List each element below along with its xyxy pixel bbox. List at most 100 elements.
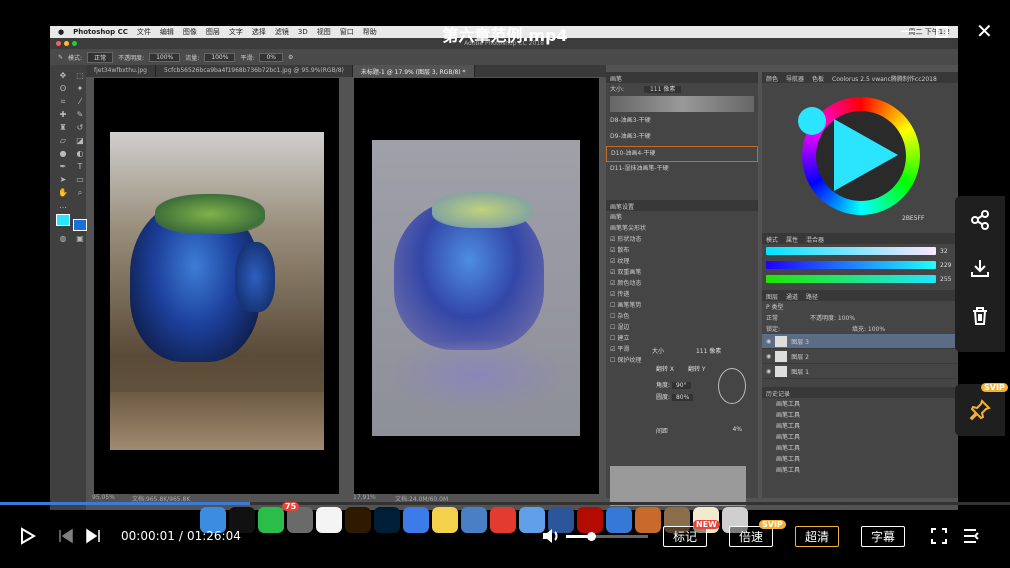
roundness-value: 80% <box>671 394 694 401</box>
layer-row: ◉ 图层 2 <box>762 349 958 364</box>
brush-preset: D9-油画3-干硬 <box>610 133 651 140</box>
fullscreen-button[interactable] <box>930 520 948 552</box>
opacity-label: 不透明度: <box>118 54 145 62</box>
player-controls: 00:00:01 / 01:26:04 标记 NEW 倍速 SVIP 超清 字幕 <box>0 520 1010 552</box>
crop-tool-icon: ⌗ <box>60 97 66 106</box>
quality-label: 超清 <box>795 525 840 547</box>
quality-button[interactable]: 超清 <box>795 520 840 552</box>
brush-option: ☐ 湿边 <box>606 321 650 332</box>
checkbox-checked-icon: ☑ <box>610 236 616 243</box>
spacing-row: 间距 4% <box>656 426 756 435</box>
brush-icon: ✎ <box>76 110 84 119</box>
checkbox-icon: ☐ <box>610 313 616 320</box>
checkbox-checked-icon: ☑ <box>610 247 616 254</box>
slider-g: 229 <box>762 258 958 272</box>
history-item: 画笔工具 <box>776 456 801 463</box>
navigator-tab: 导航器 <box>786 76 805 83</box>
delete-button[interactable] <box>955 292 1005 340</box>
playlist-button[interactable] <box>962 520 982 552</box>
type-tool-icon: T <box>77 162 83 171</box>
gear-icon: ⚙ <box>288 53 294 61</box>
flow-field: 100% <box>204 52 236 62</box>
zoom-tool-icon: ⌕ <box>77 188 83 197</box>
brush-option-label: 双重画笔 <box>617 269 642 276</box>
paths-tab: 路径 <box>806 294 819 301</box>
next-button[interactable] <box>85 520 101 552</box>
bs-size-label: 大小 <box>652 348 665 355</box>
mode-label: 模式: <box>68 54 83 62</box>
volume-button[interactable] <box>541 520 561 552</box>
angle-value: 90° <box>671 382 691 389</box>
smooth-label: 平滑: <box>240 54 255 62</box>
flip-x: 翻转 X <box>656 366 675 373</box>
history-item: 画笔工具 <box>776 467 801 474</box>
checkbox-checked-icon: ☑ <box>610 346 616 353</box>
mode-tab: 模式 <box>766 237 779 244</box>
maximize-icon[interactable] <box>936 26 948 38</box>
brush-preset: D8-油画3-干硬 <box>610 117 651 124</box>
brush-option-label: 散布 <box>617 247 630 254</box>
brush-stroke-preview <box>610 466 746 506</box>
play-icon <box>21 527 36 545</box>
side-toolbar <box>955 196 1005 352</box>
angle-row: 角度: 90° <box>656 380 691 389</box>
volume-slider[interactable] <box>566 520 648 552</box>
download-button[interactable] <box>955 244 1005 292</box>
opacity-field: 100% <box>149 52 181 62</box>
heal-tool-icon: ✚ <box>59 110 67 119</box>
angle-label: 角度: <box>656 382 671 389</box>
pin-icon <box>969 399 991 421</box>
slider-r: 32 <box>762 244 958 258</box>
skip-previous-icon <box>59 528 73 544</box>
total-time: 01:26:04 <box>186 529 241 543</box>
history-brush-icon: ↺ <box>76 123 84 132</box>
move-tool-icon: ✥ <box>59 71 67 80</box>
layer-fill-label: 填充: <box>851 326 866 333</box>
bs-size-value: 111 像素 <box>695 348 722 355</box>
current-color-swatch <box>798 107 826 135</box>
stamp-tool-icon: ♜ <box>59 123 67 132</box>
history-title: 历史记录 <box>762 387 958 398</box>
mixer-tab: 混合器 <box>806 237 825 244</box>
checkbox-checked-icon: ☑ <box>610 269 616 276</box>
peacock-painting <box>372 140 580 436</box>
brush-panels: 画笔 大小: 111 像素 D8-油画3-干硬 D9-油画3-干硬 D10-油画… <box>606 72 758 506</box>
brush-size-row: 大小: 111 像素 <box>606 83 758 94</box>
brush-option-label: 保护纹理 <box>617 357 642 364</box>
checkbox-icon: ☐ <box>610 324 616 331</box>
brush-panel-title: 画笔 <box>606 72 758 83</box>
mark-button[interactable]: 标记 NEW <box>663 520 720 552</box>
mode-select: 正常 <box>87 51 114 63</box>
brush-size-value: 111 像素 <box>643 86 682 93</box>
close-icon[interactable]: ✕ <box>976 21 993 41</box>
checkbox-icon: ☐ <box>610 335 616 342</box>
layer-row: ◉ 图层 1 <box>762 364 958 379</box>
lasso-tool-icon: ʘ <box>59 84 67 93</box>
history-item: 画笔工具 <box>776 445 801 452</box>
volume-knob[interactable] <box>586 531 596 541</box>
brush-option: ☑ 形状动态 <box>606 233 650 244</box>
pin-panel: SVIP <box>955 383 1008 436</box>
layer-opacity-label: 不透明度: <box>809 315 836 322</box>
layer-opacity-value: 100% <box>837 315 856 322</box>
checkbox-checked-icon: ☑ <box>610 291 616 298</box>
share-button[interactable] <box>955 196 1005 244</box>
dock-badge: 75 <box>282 502 300 511</box>
channels-tab: 通道 <box>786 294 799 301</box>
previous-button[interactable] <box>58 520 74 552</box>
subtitle-button[interactable]: 字幕 <box>861 520 906 552</box>
spacing-label: 间距 <box>656 428 669 435</box>
peacock-photo <box>110 132 324 450</box>
wand-tool-icon: ✦ <box>76 84 84 93</box>
checkbox-checked-icon: ☑ <box>610 280 616 287</box>
brush-option-label: 纹理 <box>617 258 630 265</box>
svip-badge: SVIP <box>981 383 1008 392</box>
download-icon <box>971 260 989 277</box>
history-list: 画笔工具 画笔工具 画笔工具 画笔工具 画笔工具 画笔工具 画笔工具 <box>762 398 958 475</box>
minimize-icon[interactable]: — <box>900 22 916 40</box>
pen-tool-icon: ✒ <box>59 162 67 171</box>
play-button[interactable] <box>18 520 36 552</box>
brush-tool-icon: ✎ <box>58 53 64 61</box>
dodge-tool-icon: ◐ <box>76 149 84 158</box>
speed-button[interactable]: 倍速 SVIP <box>729 520 786 552</box>
